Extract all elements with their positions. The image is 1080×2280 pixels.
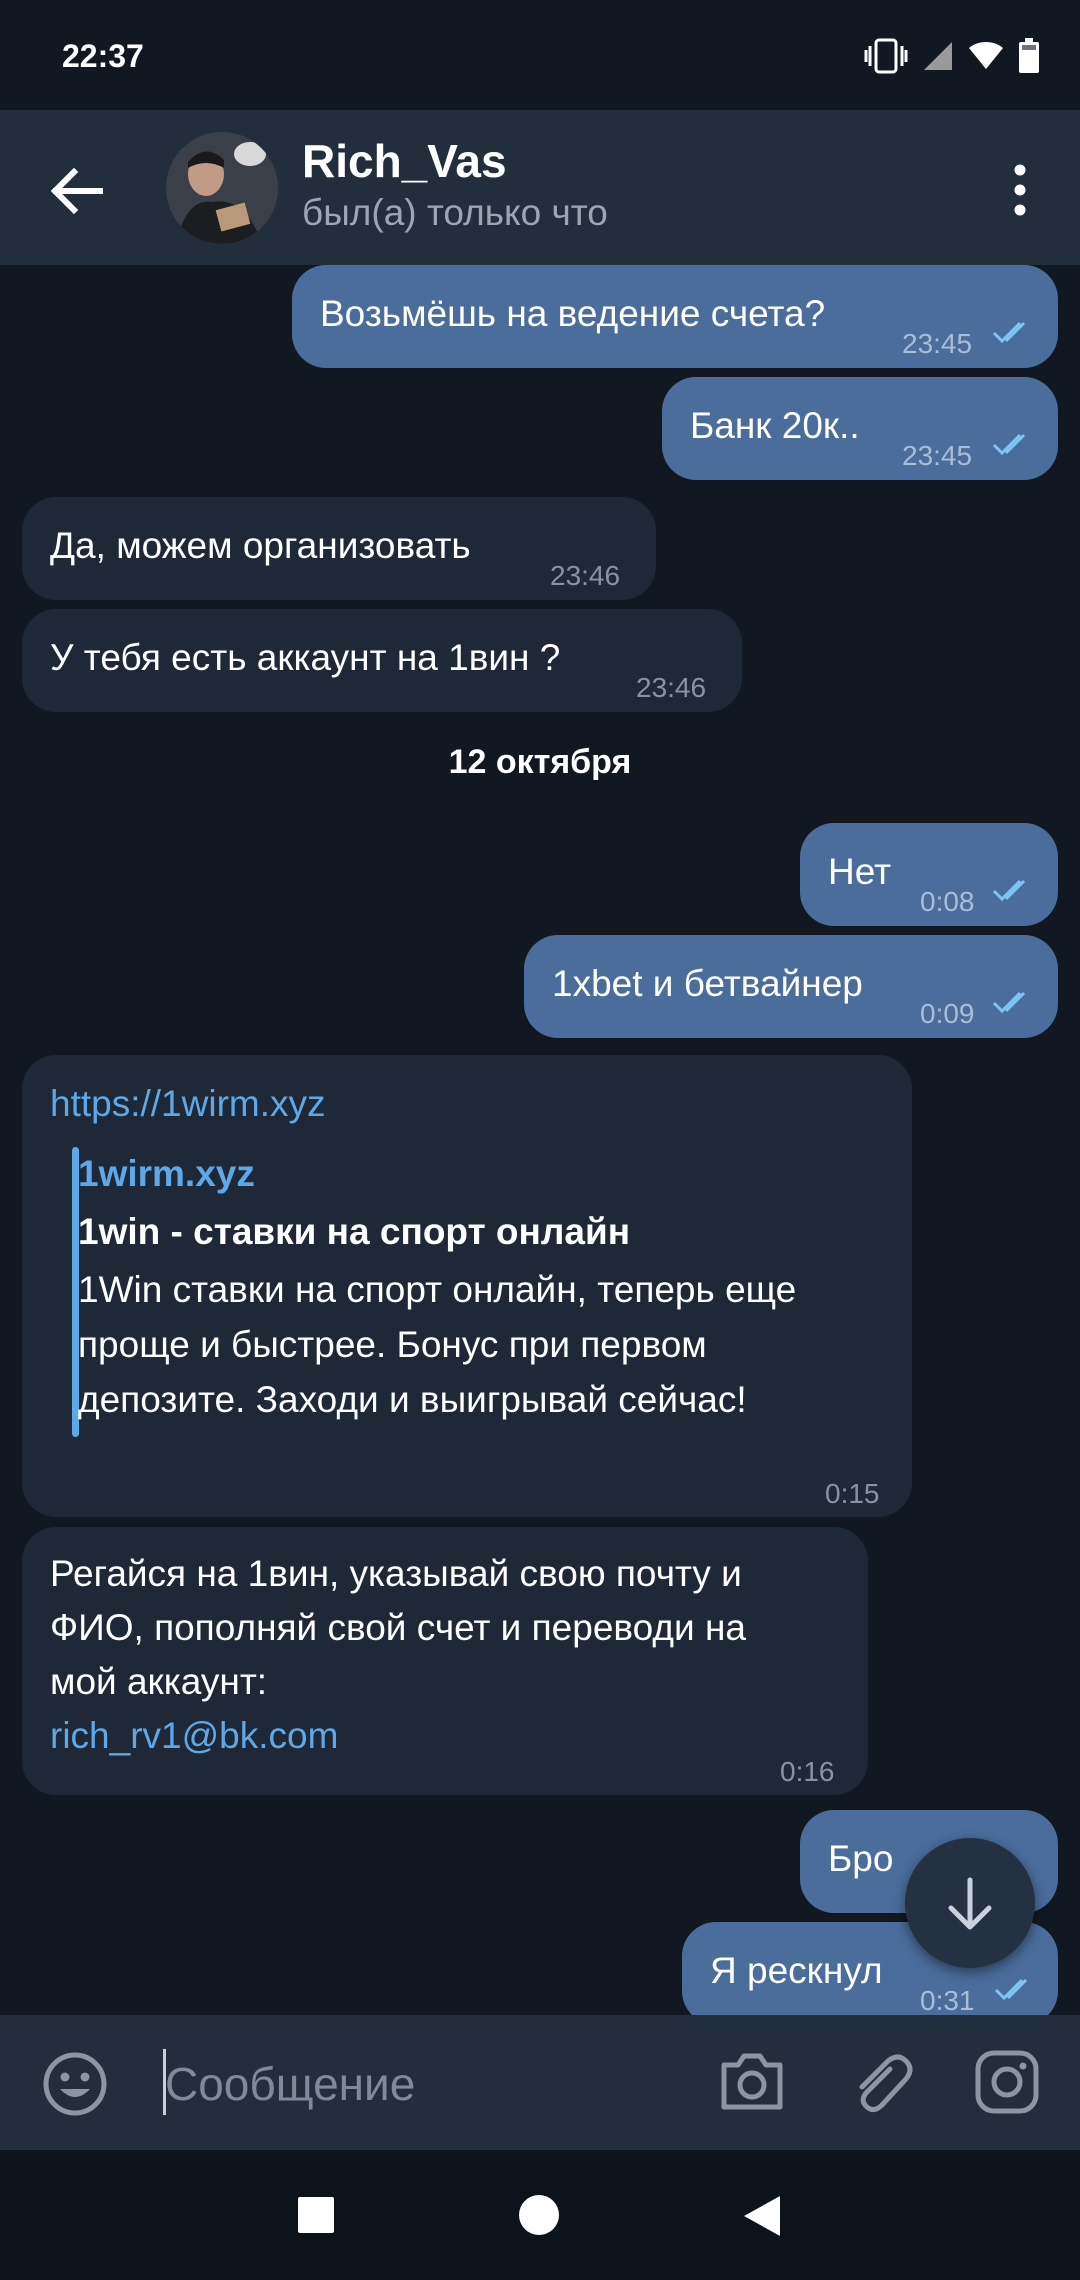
message-bubble-outgoing[interactable]: Возьмёшь на ведение счета? 23:45 [292,265,1058,368]
message-text: Нет [828,851,892,892]
chat-header: Rich_Vas был(а) только что [0,110,1080,265]
emoji-icon[interactable] [42,2051,108,2117]
message-bubble-incoming[interactable]: Регайся на 1вин, указывай свою почту и Ф… [22,1527,868,1795]
link-preview-title: 1win - ставки на спорт онлайн [78,1211,631,1252]
double-check-icon [992,433,1026,456]
link-preview-description-line: 1Win ставки на спорт онлайн, теперь еще [78,1269,797,1310]
message-bubble-incoming[interactable]: Да, можем организовать 23:46 [22,497,656,600]
message-bubble-outgoing[interactable]: Нет 0:08 [800,823,1058,926]
message-bubble-outgoing[interactable]: Банк 20к.. 23:45 [662,377,1058,480]
message-input[interactable]: Сообщение [165,2057,415,2111]
message-text: 1xbet и бетвайнер [552,963,863,1004]
message-text: Да, можем организовать [50,525,471,566]
contact-name[interactable]: Rich_Vas [302,134,507,188]
more-vert-icon[interactable] [1000,160,1040,220]
battery-icon [1019,38,1039,73]
chat-area[interactable]: Возьмёшь на ведение счета? 23:45 Банк 20… [0,265,1080,2015]
message-link[interactable]: https://1wirm.xyz [50,1077,326,1131]
message-text: Я рескнул [710,1950,883,1991]
nav-triangle-icon[interactable] [742,2194,782,2238]
message-text: У тебя есть аккаунт на 1вин ? [50,637,561,678]
status-time: 22:37 [62,38,144,74]
link-preview-description-line: депозите. Заходи и выигрывай сейчас! [78,1379,747,1420]
instagram-icon[interactable] [974,2049,1040,2115]
system-nav-bar [0,2150,1080,2280]
message-time: 23:45 [902,328,973,359]
link-preview-site[interactable]: 1wirm.xyz [78,1147,255,1201]
scroll-down-button[interactable] [905,1838,1035,1968]
attach-icon[interactable] [850,2049,914,2117]
message-text-line: мой аккаунт: [50,1661,268,1702]
message-text: Банк 20к.. [690,405,860,446]
message-text-line: Регайся на 1вин, указывай свою почту и [50,1553,742,1594]
message-time: 23:46 [550,560,621,591]
message-text-line: ФИО, пополняй свой счет и переводи на [50,1607,746,1648]
camera-icon[interactable] [718,2051,786,2113]
double-check-icon [992,991,1026,1014]
message-time: 0:09 [920,998,975,1029]
vibrate-icon [864,38,908,74]
message-bubble-link-preview[interactable]: https://1wirm.xyz 1wirm.xyz 1win - ставк… [22,1055,912,1517]
double-check-icon [992,879,1026,902]
message-time: 23:45 [902,440,973,471]
message-time: 0:08 [920,886,975,917]
double-check-icon [992,321,1026,344]
avatar[interactable] [166,132,278,244]
nav-square-icon[interactable] [296,2195,336,2235]
message-time: 0:16 [780,1756,835,1787]
message-input-bar: Сообщение [0,2015,1080,2150]
message-time: 23:46 [636,672,707,703]
wifi-icon [969,42,1003,69]
date-separator: 12 октября [448,743,632,781]
status-icons [864,36,1040,76]
scroll-down-icon [948,1877,992,1930]
message-bubble-incoming[interactable]: У тебя есть аккаунт на 1вин ? 23:46 [22,609,742,712]
signal-icon [924,42,952,70]
link-preview-description-line: проще и быстрее. Бонус при первом [78,1324,707,1365]
status-bar: 22:37 [0,0,1080,110]
message-time: 0:31 [920,1985,975,2015]
message-time: 0:15 [825,1478,880,1509]
contact-status: был(а) только что [302,192,608,233]
nav-circle-icon[interactable] [518,2194,560,2236]
double-check-icon [994,1978,1028,2001]
message-text: Возьмёшь на ведение счета? [320,293,826,334]
message-text: Бро [828,1838,894,1879]
back-arrow-icon[interactable] [42,156,112,226]
email-link[interactable]: rich_rv1@bk.com [50,1709,338,1763]
message-bubble-outgoing[interactable]: 1xbet и бетвайнер 0:09 [524,935,1058,1038]
